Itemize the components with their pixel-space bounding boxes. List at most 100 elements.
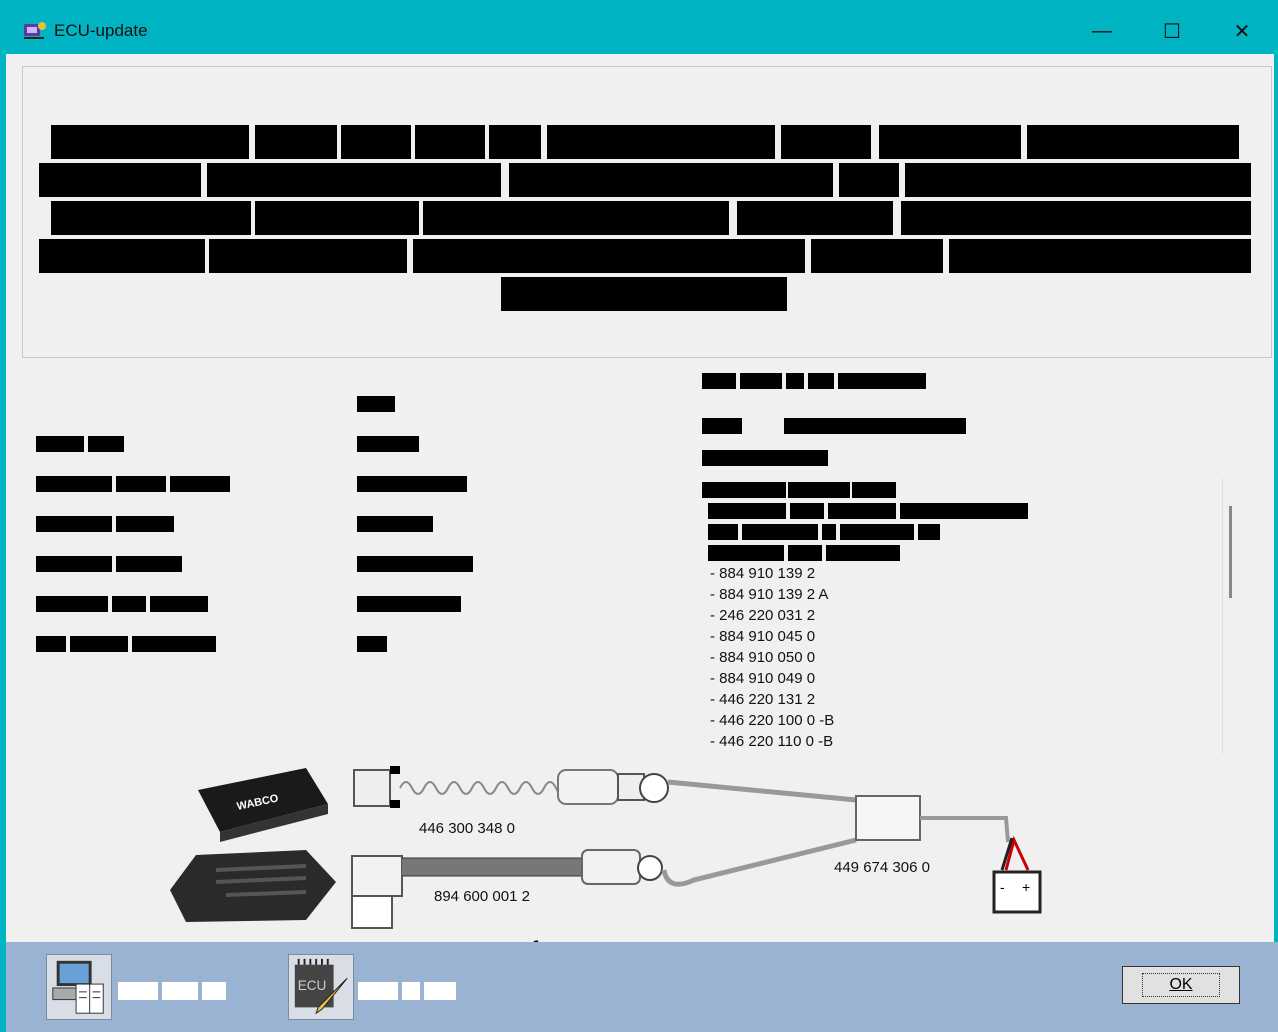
part-number: - 884 910 045 0 xyxy=(710,628,816,645)
close-icon: ✕ xyxy=(1233,20,1251,43)
title-bar[interactable]: ECU-update — ☐ ✕ xyxy=(6,6,1278,54)
redacted-label xyxy=(170,476,230,492)
redacted-info xyxy=(826,545,900,561)
redacted-label xyxy=(70,636,128,652)
ecu-module-icon xyxy=(170,850,336,922)
cable-label-446: 446 300 348 0 xyxy=(419,820,515,837)
redacted-info xyxy=(702,482,786,498)
redacted-info xyxy=(702,373,736,389)
redacted-text xyxy=(501,277,787,311)
redacted-info xyxy=(788,482,850,498)
redacted-text xyxy=(39,239,205,273)
ok-button[interactable]: OK xyxy=(1122,966,1240,1004)
redacted-info xyxy=(822,524,836,540)
redacted-label xyxy=(116,516,174,532)
redacted-label xyxy=(112,596,146,612)
info-scrollbar[interactable] xyxy=(1222,478,1239,754)
redacted-text xyxy=(509,163,833,197)
redacted-heading xyxy=(702,450,828,466)
documentation-button[interactable] xyxy=(46,954,112,1020)
redacted-info xyxy=(852,482,896,498)
redacted-info xyxy=(708,524,738,540)
redacted-info xyxy=(900,503,1028,519)
redacted-button-label xyxy=(402,982,420,1000)
redacted-text xyxy=(51,125,249,159)
part-number: - 246 220 031 2 xyxy=(710,607,816,624)
part-number: - 884 910 139 2 xyxy=(710,565,816,582)
redacted-button-label xyxy=(162,982,198,1000)
minimize-icon: — xyxy=(1092,19,1112,42)
redacted-info xyxy=(838,373,926,389)
redacted-label xyxy=(36,476,112,492)
redacted-text xyxy=(781,125,871,159)
redacted-text xyxy=(209,239,407,273)
redacted-button-label xyxy=(424,982,456,1000)
maximize-icon: ☐ xyxy=(1163,20,1181,43)
part-number: - 446 220 131 2 xyxy=(710,691,816,708)
bottom-toolbar: ECU OK xyxy=(6,942,1278,1032)
battery-icon: - + xyxy=(992,835,1042,914)
svg-text:ECU: ECU xyxy=(298,978,327,993)
redacted-info xyxy=(742,524,818,540)
redacted-value xyxy=(357,596,461,612)
cable-label-894: 894 600 001 2 xyxy=(434,888,530,905)
redacted-label xyxy=(150,596,208,612)
redacted-button-label xyxy=(202,982,226,1000)
minimize-button[interactable]: — xyxy=(1072,14,1132,48)
redacted-label xyxy=(88,436,124,452)
redacted-info xyxy=(790,503,824,519)
redacted-text xyxy=(39,163,201,197)
redacted-text xyxy=(341,125,411,159)
redacted-text xyxy=(839,163,899,197)
instruction-box xyxy=(22,66,1272,358)
redacted-info xyxy=(702,418,742,434)
redacted-text xyxy=(1027,125,1239,159)
scroll-thumb[interactable] xyxy=(1229,506,1232,598)
svg-text:-: - xyxy=(1000,879,1005,895)
redacted-button-label xyxy=(358,982,398,1000)
redacted-label xyxy=(116,556,182,572)
redacted-text xyxy=(901,201,1251,235)
redacted-info xyxy=(918,524,940,540)
svg-text:+: + xyxy=(1022,879,1030,895)
ecu-pencil-icon: ECU xyxy=(294,958,348,1015)
redacted-label xyxy=(36,636,66,652)
redacted-info xyxy=(788,545,822,561)
redacted-text xyxy=(949,239,1251,273)
redacted-info xyxy=(784,418,966,434)
redacted-text xyxy=(415,125,485,159)
redacted-text xyxy=(905,163,1251,197)
redacted-text xyxy=(207,163,501,197)
cable-label-449: 449 674 306 0 xyxy=(834,859,930,876)
redacted-text xyxy=(879,125,1021,159)
redacted-text xyxy=(51,201,251,235)
part-number: - 884 910 139 2 A xyxy=(710,586,829,603)
redacted-label xyxy=(36,436,84,452)
redacted-value xyxy=(357,516,433,532)
computer-manual-icon xyxy=(52,960,104,1014)
connection-diagram: WABCO - + xyxy=(170,766,1042,929)
redacted-text xyxy=(255,201,419,235)
redacted-info xyxy=(840,524,914,540)
redacted-value xyxy=(357,556,473,572)
ok-button-label: OK xyxy=(1142,973,1220,997)
redacted-text xyxy=(547,125,775,159)
redacted-info xyxy=(808,373,834,389)
redacted-text xyxy=(737,201,893,235)
redacted-info xyxy=(740,373,782,389)
ecu-update-button[interactable]: ECU xyxy=(288,954,354,1020)
redacted-text xyxy=(811,239,943,273)
part-number: - 884 910 049 0 xyxy=(710,670,816,687)
close-button[interactable]: ✕ xyxy=(1212,14,1272,48)
redacted-label xyxy=(36,556,112,572)
part-number: - 884 910 050 0 xyxy=(710,649,816,666)
redacted-value xyxy=(357,636,387,652)
redacted-label xyxy=(132,636,216,652)
ecu-update-window: ECU-update — ☐ ✕ - 884 910 139 2 - 884 9… xyxy=(0,0,1278,1032)
window-title: ECU-update xyxy=(54,21,148,40)
maximize-button[interactable]: ☐ xyxy=(1142,14,1202,48)
redacted-label xyxy=(36,596,108,612)
redacted-info xyxy=(708,503,786,519)
part-number: - 446 220 100 0 -B xyxy=(710,712,835,729)
redacted-label xyxy=(116,476,166,492)
